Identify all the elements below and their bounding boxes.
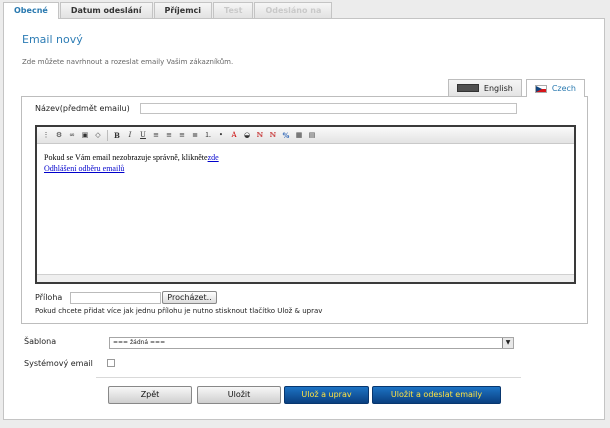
save-button[interactable]: Uložit (197, 386, 281, 404)
align-center-icon[interactable]: ≡ (164, 130, 174, 141)
eraser-icon[interactable]: ◇ (93, 130, 103, 141)
attachment-note: Pokud chcete přidat více jak jednu přílo… (35, 307, 323, 315)
here-link[interactable]: zde (208, 153, 219, 162)
italic-icon[interactable]: I (125, 130, 135, 141)
language-content: Název(předmět emailu) ⋮ ⚙ ∞ ▣ ◇ B I U ≡ … (21, 96, 588, 324)
numbered-list-icon[interactable]: ⒈ (203, 130, 213, 141)
toolbar-separator (107, 129, 108, 141)
bullet-list-icon[interactable]: • (216, 130, 226, 141)
link-icon[interactable]: ∞ (67, 130, 77, 141)
unsubscribe-link[interactable]: Odhlášení odběru emailů (44, 164, 124, 173)
main-tabs: Obecné Datum odeslání Příjemci Test Odes… (3, 2, 333, 19)
rich-text-editor: ⋮ ⚙ ∞ ▣ ◇ B I U ≡ ≡ ≡ ≣ ⒈ • A ◒ ℕ ℕ % ▦ (35, 125, 576, 284)
align-right-icon[interactable]: ≡ (177, 130, 187, 141)
align-left-icon[interactable]: ≡ (151, 130, 161, 141)
save-edit-button[interactable]: Ulož a uprav (284, 386, 369, 404)
tab-sent-to: Odesláno na (254, 2, 333, 18)
tab-lang-czech-label: Czech (551, 84, 576, 93)
flag-uk-icon (456, 84, 479, 92)
editor-line-1: Pokud se Vám email nezobrazuje správně, … (44, 152, 567, 163)
highlight-color-icon[interactable]: ◒ (242, 130, 252, 141)
system-email-label: Systémový email (24, 359, 93, 368)
subject-input[interactable] (140, 103, 517, 114)
editor-text: Pokud se Vám email nezobrazuje správně, … (44, 153, 208, 162)
percent-icon[interactable]: % (281, 130, 291, 141)
tab-test: Test (213, 2, 254, 18)
template-select[interactable]: === žádná === ▼ (109, 337, 514, 349)
browse-button[interactable]: Procházet.. (162, 291, 217, 304)
template-label: Šablona (24, 337, 57, 346)
remove-format-icon[interactable]: ℕ (255, 130, 265, 141)
tab-general[interactable]: Obecné (3, 2, 59, 19)
clean-icon[interactable]: ℕ (268, 130, 278, 141)
source-icon[interactable]: ⚙ (54, 130, 64, 141)
save-send-button[interactable]: Uložit a odeslat emaily (372, 386, 501, 404)
toolbar-handle-icon: ⋮ (42, 130, 50, 139)
bold-icon[interactable]: B (112, 130, 122, 141)
main-panel: Email nový Zde můžete navrhnout a rozesl… (3, 18, 605, 420)
chevron-down-icon[interactable]: ▼ (502, 338, 513, 348)
editor-toolbar: ⋮ ⚙ ∞ ▣ ◇ B I U ≡ ≡ ≡ ≣ ⒈ • A ◒ ℕ ℕ % ▦ (37, 127, 574, 144)
attachment-label: Příloha (35, 293, 63, 302)
tab-lang-czech[interactable]: Czech (525, 79, 585, 97)
template-selected-value: === žádná === (113, 339, 166, 346)
editor-content[interactable]: Pokud se Vám email nezobrazuje správně, … (37, 144, 574, 182)
page-title: Email nový (22, 33, 83, 46)
subject-label: Název(předmět emailu) (35, 104, 130, 113)
font-color-icon[interactable]: A (229, 130, 239, 141)
back-button[interactable]: Zpět (108, 386, 192, 404)
editor-statusbar (37, 274, 574, 282)
divider (96, 377, 521, 378)
language-tabs: English Czech (444, 79, 585, 97)
attachment-input[interactable] (70, 292, 161, 304)
editor-line-2: Odhlášení odběru emailů (44, 163, 567, 174)
underline-icon[interactable]: U (138, 130, 148, 141)
tab-recipients[interactable]: Příjemci (153, 2, 213, 18)
tab-lang-english[interactable]: English (447, 79, 522, 96)
table-icon[interactable]: ▦ (294, 130, 304, 141)
align-justify-icon[interactable]: ≣ (190, 130, 200, 141)
flag-cz-icon (534, 84, 547, 93)
tab-lang-english-label: English (483, 83, 513, 93)
paste-icon[interactable]: ▤ (307, 130, 317, 141)
system-email-checkbox[interactable] (107, 359, 115, 367)
page-description: Zde můžete navrhnout a rozeslat emaily V… (22, 58, 234, 66)
tab-send-date[interactable]: Datum odeslání (59, 2, 153, 18)
image-icon[interactable]: ▣ (80, 130, 90, 141)
